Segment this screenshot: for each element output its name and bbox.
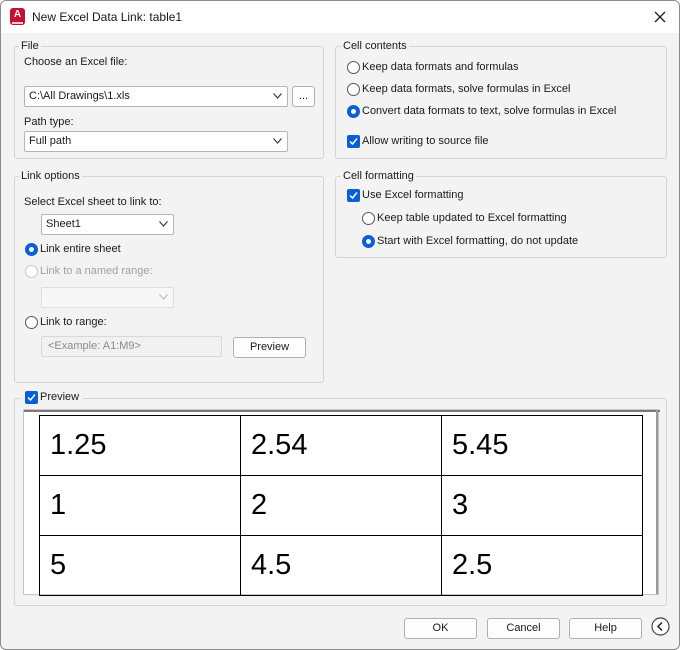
table-cell: 3	[441, 475, 643, 536]
table-cell: 2.54	[240, 415, 442, 476]
cell-formatting-legend: Cell formatting	[341, 170, 416, 182]
keep-table-updated-label[interactable]: Keep table updated to Excel formatting	[377, 212, 567, 224]
file-group-legend: File	[19, 40, 41, 52]
app-icon: A	[10, 8, 25, 25]
path-type-value: Full path	[29, 135, 72, 147]
link-entire-sheet-label[interactable]: Link entire sheet	[40, 243, 121, 255]
close-icon	[654, 11, 666, 23]
keep-table-updated-radio[interactable]	[362, 212, 375, 225]
path-type-label: Path type:	[24, 116, 74, 128]
link-options-legend: Link options	[19, 170, 82, 182]
checkmark-icon	[27, 394, 36, 402]
collapse-button[interactable]	[650, 616, 671, 637]
range-input[interactable]: <Example: A1:M9>	[41, 336, 222, 357]
ok-button[interactable]: OK	[404, 618, 477, 639]
chevron-down-icon	[159, 221, 168, 227]
preview-checkbox[interactable]	[25, 391, 38, 404]
table-row: 1.25 2.54 5.45	[39, 415, 643, 476]
preview-canvas-edge	[656, 410, 658, 594]
help-button[interactable]: Help	[569, 618, 642, 639]
link-to-range-label[interactable]: Link to range:	[40, 316, 107, 328]
sheet-value: Sheet1	[46, 218, 81, 230]
preview-table: 1.25 2.54 5.45 1 2 3 5 4.5 2.5	[39, 415, 643, 596]
convert-to-text-radio[interactable]	[347, 105, 360, 118]
start-with-excel-formatting-radio[interactable]	[362, 235, 375, 248]
chevron-down-icon	[159, 294, 168, 300]
checkmark-icon	[349, 192, 358, 200]
use-excel-formatting-checkbox[interactable]	[347, 189, 360, 202]
use-excel-formatting-label[interactable]: Use Excel formatting	[362, 189, 463, 201]
sheet-dropdown[interactable]: Sheet1	[41, 214, 174, 235]
cancel-button[interactable]: Cancel	[487, 618, 560, 639]
chevron-left-circle-icon	[651, 617, 670, 636]
keep-formats-solve-excel-label[interactable]: Keep data formats, solve formulas in Exc…	[362, 83, 570, 95]
table-cell: 1.25	[39, 415, 241, 476]
keep-formats-formulas-label[interactable]: Keep data formats and formulas	[362, 61, 519, 73]
title-bar: A New Excel Data Link: table1	[1, 1, 679, 33]
checkmark-icon	[349, 138, 358, 146]
browse-file-button[interactable]: ...	[292, 86, 315, 107]
link-to-range-radio[interactable]	[25, 316, 38, 329]
link-named-range-label: Link to a named range:	[40, 265, 153, 277]
named-range-dropdown	[41, 287, 174, 308]
excel-data-link-dialog: A New Excel Data Link: table1 File Choos…	[0, 0, 680, 650]
path-type-dropdown[interactable]: Full path	[24, 131, 288, 152]
table-cell: 5.45	[441, 415, 643, 476]
preview-range-button[interactable]: Preview	[233, 337, 306, 358]
convert-to-text-label[interactable]: Convert data formats to text, solve form…	[362, 105, 616, 117]
table-row: 1 2 3	[39, 475, 643, 536]
link-entire-sheet-radio[interactable]	[25, 243, 38, 256]
close-button[interactable]	[649, 6, 671, 28]
select-sheet-label: Select Excel sheet to link to:	[24, 196, 162, 208]
excel-file-value: C:\All Drawings\1.xls	[29, 90, 130, 102]
chevron-down-icon	[273, 138, 282, 144]
chevron-down-icon	[273, 93, 282, 99]
table-cell: 5	[39, 535, 241, 596]
excel-file-dropdown[interactable]: C:\All Drawings\1.xls	[24, 86, 288, 107]
allow-writing-label[interactable]: Allow writing to source file	[362, 135, 489, 147]
allow-writing-checkbox[interactable]	[347, 135, 360, 148]
keep-formats-formulas-radio[interactable]	[347, 61, 360, 74]
link-named-range-radio	[25, 265, 38, 278]
table-cell: 2	[240, 475, 442, 536]
table-cell: 2.5	[441, 535, 643, 596]
preview-label[interactable]: Preview	[40, 391, 79, 403]
keep-formats-solve-excel-radio[interactable]	[347, 83, 360, 96]
preview-canvas-edge	[24, 410, 660, 412]
preview-canvas: 1.25 2.54 5.45 1 2 3 5 4.5 2.5	[23, 409, 660, 596]
choose-excel-file-label: Choose an Excel file:	[24, 56, 128, 68]
table-cell: 1	[39, 475, 241, 536]
window-title: New Excel Data Link: table1	[32, 10, 183, 24]
start-with-excel-formatting-label[interactable]: Start with Excel formatting, do not upda…	[377, 235, 578, 247]
table-cell: 4.5	[240, 535, 442, 596]
table-row: 5 4.5 2.5	[39, 535, 643, 596]
cell-contents-legend: Cell contents	[341, 40, 409, 52]
